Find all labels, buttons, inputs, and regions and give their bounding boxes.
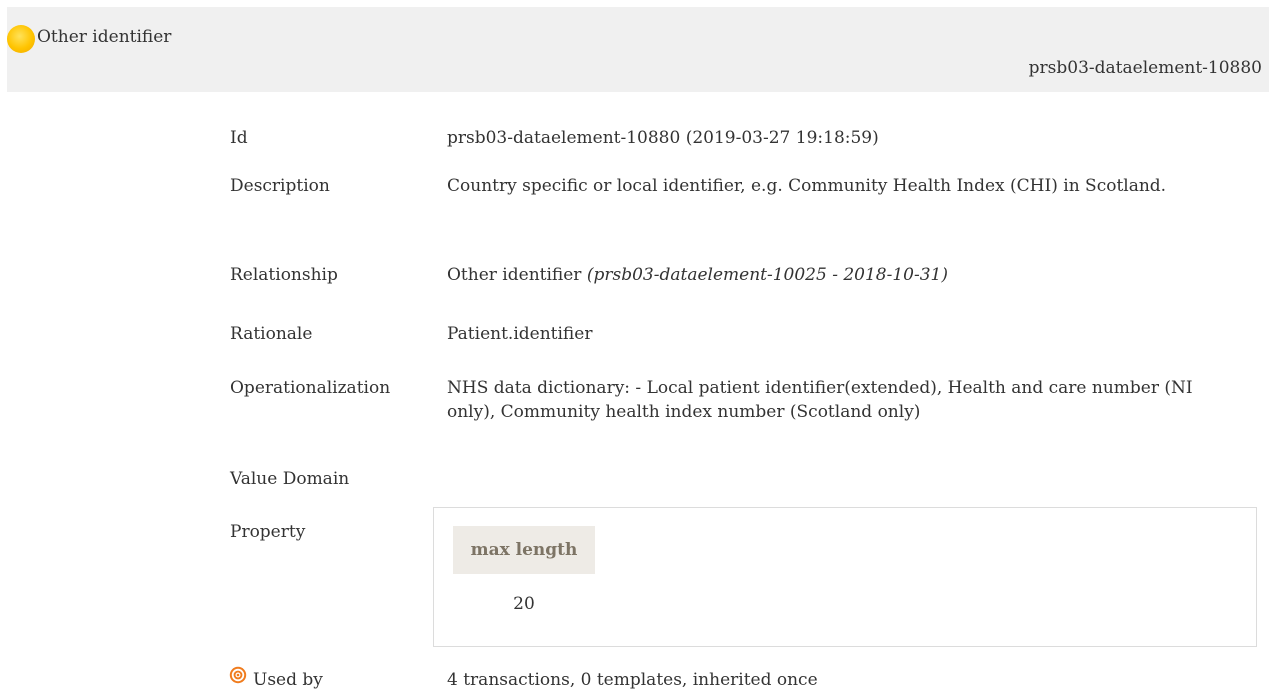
operationalization-value: NHS data dictionary: - Local patient ide… (447, 378, 1193, 422)
used-by-value: 4 transactions, 0 templates, inherited o… (447, 670, 818, 690)
relationship-concept-name: Other identifier (447, 265, 587, 285)
value-domain-label: Value Domain (230, 469, 350, 489)
description-value: Country specific or local identifier, e.… (447, 176, 1167, 196)
concept-header: Other identifier prsb03-dataelement-1088… (7, 7, 1269, 92)
id-label: Id (230, 128, 248, 148)
max-length-header: max length (453, 526, 595, 574)
concept-title: Other identifier (37, 27, 172, 47)
relationship-reference: (prsb03-dataelement-10025 - 2018-10-31) (586, 265, 948, 285)
property-table: max length 20 (433, 507, 1257, 647)
operationalization-label: Operationalization (230, 378, 391, 398)
relationship-label: Relationship (230, 265, 338, 285)
status-circle-icon (7, 25, 35, 53)
rationale-label: Rationale (230, 324, 313, 344)
relationship-value: Other identifier (prsb03-dataelement-100… (447, 263, 1207, 287)
rationale-value: Patient.identifier (447, 324, 593, 344)
used-by-label: Used by (253, 670, 323, 690)
description-label: Description (230, 176, 330, 196)
concept-id: prsb03-dataelement-10880 (1028, 58, 1262, 78)
target-icon[interactable] (229, 666, 247, 684)
id-value: prsb03-dataelement-10880 (2019-03-27 19:… (447, 128, 879, 148)
property-label: Property (230, 522, 306, 542)
max-length-value: 20 (513, 594, 535, 614)
